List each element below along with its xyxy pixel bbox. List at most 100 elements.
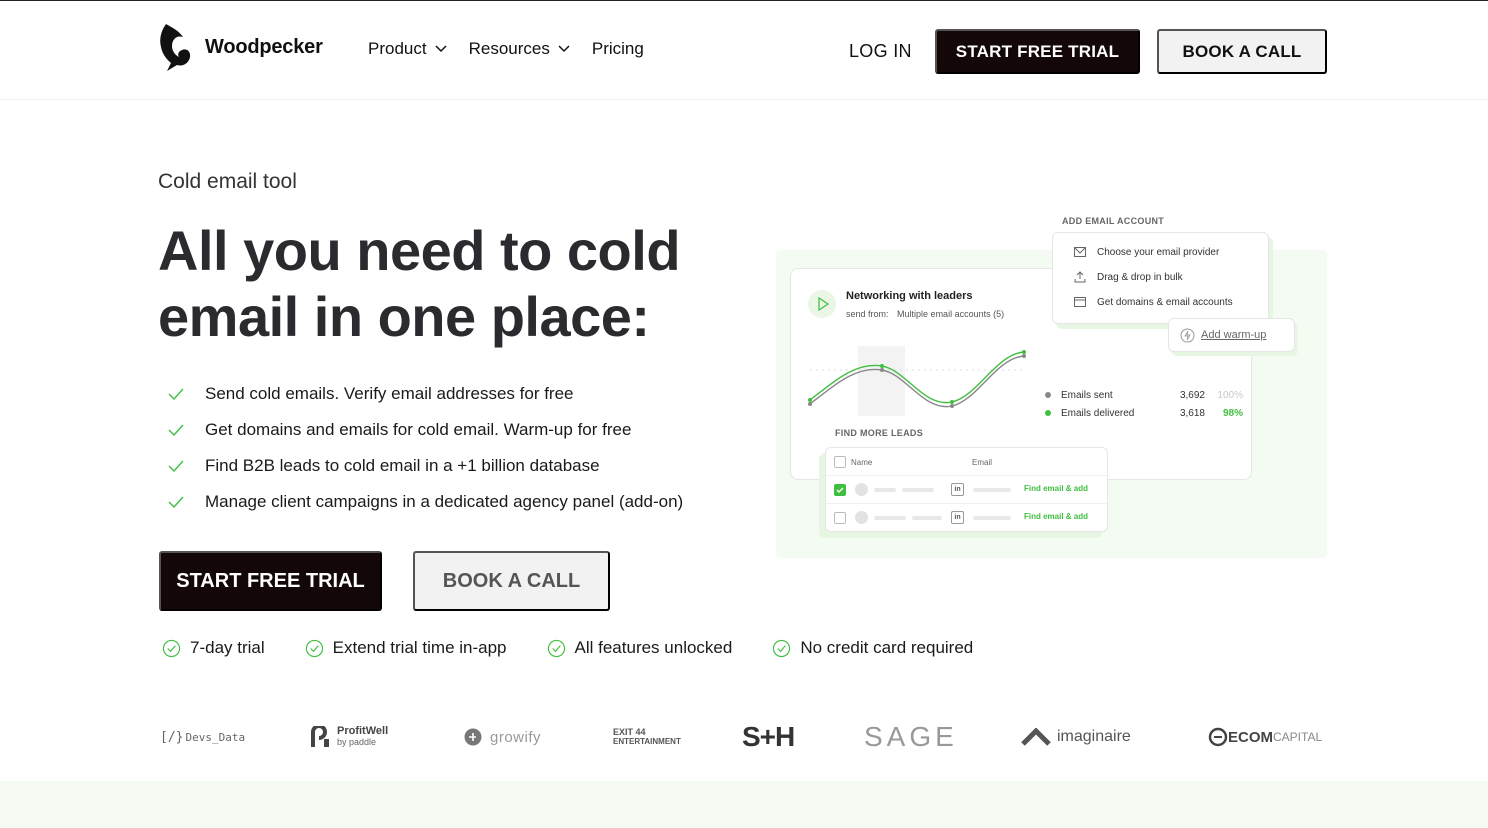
logo-growify-text: growify [490,728,542,746]
stat-label: Emails delivered [1061,407,1135,419]
logo-growify: growify [464,712,541,762]
account-option-label: Choose your email provider [1097,246,1220,258]
feature-item: Get domains and emails for cold email. W… [168,412,683,448]
hero-eyebrow: Cold email tool [158,170,297,193]
perk-item: 7-day trial [162,638,265,658]
nav-pricing[interactable]: Pricing [592,39,644,59]
check-icon [168,424,184,436]
feature-text: Get domains and emails for cold email. W… [205,420,632,439]
add-account-card: Choose your email provider Drag & drop i… [1052,232,1269,324]
account-option[interactable]: Choose your email provider [1074,246,1219,258]
logo-ecom-text: ECOM [1228,728,1273,746]
logo-exit44-sub: ENTERTAINMENT [613,737,681,746]
feature-text: Manage client campaigns in a dedicated a… [205,492,684,511]
campaign-chart [808,346,1026,416]
check-icon [168,496,184,508]
placeholder-bar [973,516,1011,520]
linkedin-icon[interactable]: in [951,483,964,496]
chart-point [950,404,954,408]
chevron-down-icon [435,45,447,53]
chevron-down-icon [558,45,570,53]
row-checkbox[interactable] [834,512,846,524]
logo-exit44-text: EXIT 44 [613,727,646,737]
top-navbar: Woodpecker Product Resources Pricing LOG… [0,0,1488,100]
perk-item: No credit card required [772,638,973,658]
logo-capital-text: CAPITAL [1273,730,1323,744]
chart-point [808,398,812,402]
profitwell-icon [311,726,329,747]
logo-imaginaire-text: imaginaire [1057,728,1131,745]
woodpecker-logo-icon [160,24,191,71]
logo-profitwell-text: ProfitWell [337,725,389,737]
feature-text: Send cold emails. Verify email addresses… [205,384,574,403]
column-header-name: Name [851,458,873,467]
legend-dot [1045,410,1051,416]
legend-dot [1045,392,1051,398]
campaign-subtitle: send from: Multiple email accounts (5) [846,309,1004,319]
mail-icon [1074,247,1086,257]
find-email-link[interactable]: Find email & add [1024,512,1088,521]
stat-value: 3,692 [1179,389,1205,401]
feature-text: Find B2B leads to cold email in a +1 bil… [205,456,600,475]
brand-name: Woodpecker [205,35,323,58]
imaginaire-icon [1021,728,1051,746]
find-email-link[interactable]: Find email & add [1024,484,1088,493]
logo-sage-text: SAGE [864,721,958,752]
perk-text: 7-day trial [190,638,265,657]
nav-book-call-button[interactable]: BOOK A CALL [1157,29,1327,74]
campaign-sub-label: send from: [846,309,889,319]
nav-pricing-label: Pricing [591,39,644,58]
logo-exit44: EXIT 44 ENTERTAINMENT [613,712,681,762]
account-option-label: Get domains & email accounts [1097,296,1233,308]
nav-start-trial-button[interactable]: START FREE TRIAL [935,29,1140,74]
row-checkbox[interactable] [834,484,846,496]
logo-sh: S+H [742,712,795,762]
account-option[interactable]: Drag & drop in bulk [1074,271,1183,283]
add-warmup-chip[interactable]: Add warm-up [1168,318,1295,352]
chart-point [880,368,884,372]
check-icon [168,460,184,472]
table-row: in Find email & add [826,475,1109,503]
check-circle-icon [547,639,565,657]
feature-item: Send cold emails. Verify email addresses… [168,376,683,412]
stat-row: Emails delivered 3,618 98% [1045,404,1243,422]
play-icon [808,290,836,318]
check-circle-icon [305,639,323,657]
chart-point [880,364,884,368]
hero-headline: All you need to cold email in one place: [158,219,681,348]
column-header-email: Email [972,458,993,467]
account-option[interactable]: Get domains & email accounts [1074,296,1233,308]
client-logos: [/} Devs_Data ProfitWell by paddle growi… [0,712,1488,762]
stat-row: Emails sent 3,692 100% [1045,386,1243,404]
check-circle-icon [773,639,791,657]
stat-value: 3,618 [1179,407,1205,419]
chart-point [1022,350,1026,354]
nav-resources[interactable]: Resources [469,39,570,59]
perk-item: All features unlocked [547,638,733,658]
hero-book-call-button[interactable]: BOOK A CALL [413,551,610,611]
campaign-sub-value: Multiple email accounts (5) [897,309,1005,319]
feature-item: Find B2B leads to cold email in a +1 bil… [168,448,683,484]
table-row: in Find email & add [826,503,1109,531]
logo-profitwell: ProfitWell by paddle [311,712,388,762]
perk-text: Extend trial time in-app [332,638,507,657]
nav-product[interactable]: Product [368,39,447,59]
linkedin-icon[interactable]: in [951,511,964,524]
login-link[interactable]: LOG IN [849,41,912,62]
brand-logo[interactable]: Woodpecker [157,21,323,73]
browser-icon [1074,297,1086,307]
trial-perks: 7-day trial Extend trial time in-app All… [162,638,1013,658]
ecom-icon [1208,727,1228,747]
upload-icon [1074,271,1086,283]
perk-text: All features unlocked [574,638,733,657]
check-icon [168,388,184,400]
check-circle-icon [162,639,181,657]
select-all-checkbox[interactable] [834,456,846,468]
logo-sage: SAGE [864,712,958,762]
account-option-label: Drag & drop in bulk [1097,271,1183,283]
feature-item: Manage client campaigns in a dedicated a… [168,484,683,520]
hero-start-trial-button[interactable]: START FREE TRIAL [159,551,382,611]
logo-sh-text: S+H [742,721,795,752]
logo-imaginaire: imaginaire [1021,712,1131,762]
perk-text: No credit card required [800,638,974,657]
